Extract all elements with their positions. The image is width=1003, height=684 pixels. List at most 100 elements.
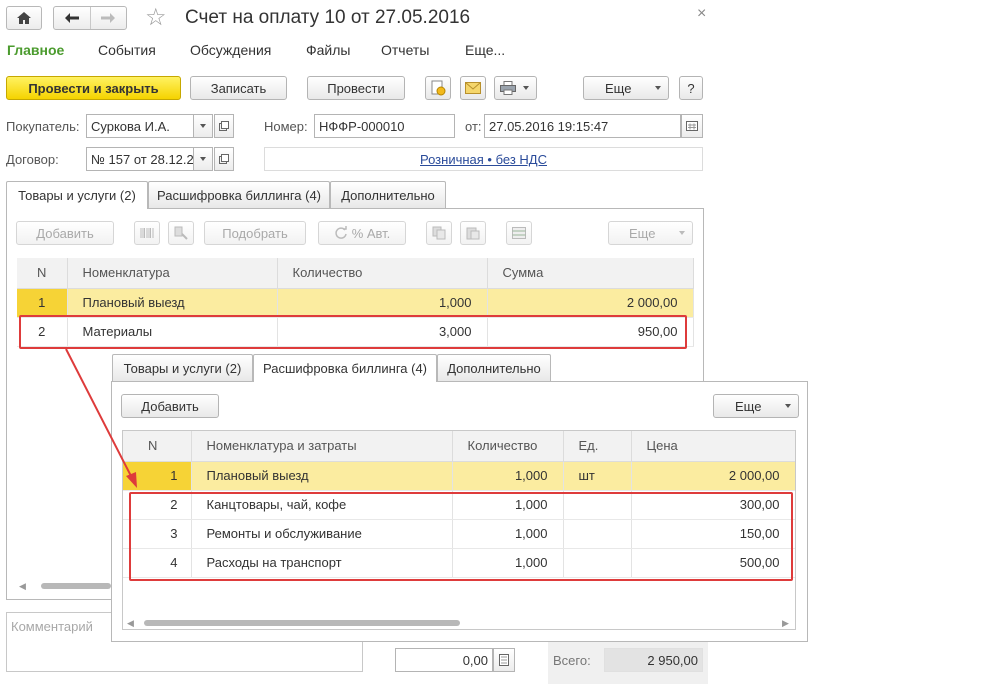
menu-main[interactable]: Главное <box>7 42 64 58</box>
table-row[interactable]: 2 Канцтовары, чай, кофе 1,000 300,00 <box>123 490 796 520</box>
row-number: 1 <box>17 288 68 318</box>
copy-button[interactable] <box>426 221 452 245</box>
column-header-nomenclature-costs[interactable]: Номенклатура и затраты <box>191 431 453 462</box>
window-title: Счет на оплату 10 от 27.05.2016 <box>185 7 471 28</box>
row-name: Расходы на транспорт <box>191 548 453 578</box>
column-header-n[interactable]: N <box>123 431 192 462</box>
chevron-down-icon <box>655 86 661 90</box>
post-and-close-button[interactable]: Провести и закрыть <box>6 76 181 100</box>
row-number: 2 <box>17 317 68 347</box>
billing-table-horizontal-scrollbar[interactable]: ◀ ▶ <box>124 618 794 628</box>
discount-amount-field[interactable]: 0,00 <box>395 648 493 672</box>
total-label: Всего: <box>553 653 591 668</box>
row-name: Ремонты и обслуживание <box>191 519 453 549</box>
overlay-tab-billing-breakdown[interactable]: Расшифровка биллинга (4) <box>253 354 437 382</box>
row-quantity: 1,000 <box>452 461 564 491</box>
table-row[interactable]: 1 Плановый выезд 1,000 шт 2 000,00 <box>123 461 796 491</box>
scrollbar-thumb[interactable] <box>41 583 111 589</box>
home-icon <box>17 12 31 24</box>
row-price: 500,00 <box>631 548 796 578</box>
column-header-unit[interactable]: Ед. <box>563 431 632 462</box>
open-window-icon <box>219 154 229 164</box>
overlay-add-button[interactable]: Добавить <box>121 394 219 418</box>
chevron-down-icon <box>679 231 685 235</box>
column-header-name[interactable]: Номенклатура <box>67 258 278 289</box>
tab-goods-services[interactable]: Товары и услуги (2) <box>6 181 148 209</box>
row-name: Канцтовары, чай, кофе <box>191 490 453 520</box>
paste-button[interactable] <box>460 221 486 245</box>
auto-discount-button[interactable]: % Авт. <box>318 221 406 245</box>
favorite-star-icon[interactable]: ☆ <box>145 3 167 32</box>
copy-icon <box>432 226 446 240</box>
back-button[interactable] <box>54 7 90 29</box>
table-row[interactable]: 2 Материалы 3,000 950,00 <box>17 317 694 347</box>
pick-button[interactable]: Подобрать <box>204 221 306 245</box>
row-number: 3 <box>123 519 192 549</box>
date-label: от: <box>465 119 482 134</box>
scrollbar-thumb[interactable] <box>144 620 460 626</box>
chevron-down-icon <box>523 86 529 90</box>
tab-billing-breakdown[interactable]: Расшифровка биллинга (4) <box>148 181 330 208</box>
table-row[interactable]: 4 Расходы на транспорт 1,000 500,00 <box>123 548 796 578</box>
main-table-horizontal-scrollbar[interactable]: ◀ <box>17 581 112 591</box>
scroll-left-icon: ◀ <box>127 618 134 628</box>
column-header-quantity[interactable]: Количество <box>277 258 488 289</box>
menu-discussions[interactable]: Обсуждения <box>190 42 271 58</box>
add-row-button[interactable]: Добавить <box>16 221 114 245</box>
open-window-icon <box>219 121 229 131</box>
billing-table: N Номенклатура и затраты Количество Ед. … <box>123 431 796 578</box>
row-price: 300,00 <box>631 490 796 520</box>
contract-field[interactable]: № 157 от 28.12.2 <box>86 147 194 171</box>
table-row[interactable]: 1 Плановый выезд 1,000 2 000,00 <box>17 288 694 318</box>
scroll-left-icon: ◀ <box>19 581 26 591</box>
menu-more[interactable]: Еще... <box>465 42 505 58</box>
print-button[interactable] <box>494 76 537 100</box>
forward-button[interactable] <box>89 7 127 29</box>
menu-files[interactable]: Файлы <box>306 42 350 58</box>
overlay-tab-goods-services[interactable]: Товары и услуги (2) <box>112 354 253 381</box>
main-more-button[interactable]: Еще <box>608 221 693 245</box>
overlay-more-button[interactable]: Еще <box>713 394 799 418</box>
move-icon <box>174 226 188 240</box>
column-header-price[interactable]: Цена <box>631 431 796 462</box>
post-button[interactable]: Провести <box>307 76 405 100</box>
goods-table: N Номенклатура Количество Сумма 1 Планов… <box>17 258 694 347</box>
row-price: 2 000,00 <box>631 461 796 491</box>
paste-icon <box>466 227 480 240</box>
price-type-link[interactable]: Розничная • без НДС <box>420 152 547 167</box>
barcode-button[interactable] <box>134 221 160 245</box>
home-button[interactable] <box>6 6 42 30</box>
buyer-dropdown-button[interactable] <box>193 114 213 138</box>
column-header-n[interactable]: N <box>17 258 68 289</box>
table-row[interactable]: 3 Ремонты и обслуживание 1,000 150,00 <box>123 519 796 549</box>
column-header-sum[interactable]: Сумма <box>487 258 694 289</box>
number-field[interactable]: НФФР-000010 <box>314 114 455 138</box>
auto-discount-label: % Авт. <box>351 225 391 241</box>
contract-open-button[interactable] <box>214 147 234 171</box>
close-icon[interactable]: × <box>697 5 706 23</box>
help-button[interactable]: ? <box>679 76 703 100</box>
tab-additional[interactable]: Дополнительно <box>330 181 446 208</box>
menu-reports[interactable]: Отчеты <box>381 42 429 58</box>
menu-events[interactable]: События <box>98 42 156 58</box>
email-button[interactable] <box>460 76 486 100</box>
buyer-open-button[interactable] <box>214 114 234 138</box>
date-field[interactable]: 27.05.2016 19:15:47 <box>484 114 681 138</box>
column-header-quantity[interactable]: Количество <box>452 431 564 462</box>
contract-dropdown-button[interactable] <box>193 147 213 171</box>
table-header: N Номенклатура Количество Сумма <box>17 258 694 289</box>
save-button[interactable]: Записать <box>190 76 287 100</box>
create-based-on-button[interactable] <box>425 76 451 100</box>
buyer-field[interactable]: Суркова И.А. <box>86 114 194 138</box>
overlay-tab-additional[interactable]: Дополнительно <box>437 354 551 381</box>
more-actions-label: Еще <box>605 80 632 96</box>
chevron-down-icon <box>785 404 791 408</box>
arrow-left-icon <box>64 13 79 23</box>
calendar-button[interactable] <box>681 114 703 138</box>
table-settings-button[interactable] <box>506 221 532 245</box>
move-button[interactable] <box>168 221 194 245</box>
row-quantity: 3,000 <box>277 317 488 347</box>
calculator-button[interactable] <box>493 648 515 672</box>
row-unit <box>563 519 632 549</box>
more-actions-button[interactable]: Еще <box>583 76 669 100</box>
